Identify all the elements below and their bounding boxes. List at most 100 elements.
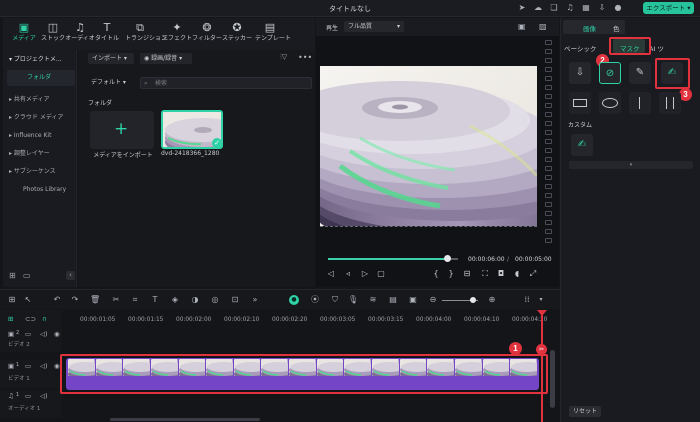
- mask-import-icon[interactable]: ⇩: [569, 62, 591, 84]
- time-ruler[interactable]: 00:00:01:05 00:00:01:15 00:00:02:00 00:0…: [62, 315, 550, 327]
- headset-icon[interactable]: ♫: [565, 3, 575, 13]
- sidebar-item-subsequence[interactable]: ▸ サブシーケンス: [9, 166, 73, 178]
- record-dropdown[interactable]: ◉ 録画/録音 ▾: [140, 53, 192, 64]
- custom-mask-icon[interactable]: ✍: [571, 134, 593, 156]
- grid-view-icon[interactable]: ⁞⁞: [522, 295, 532, 305]
- mark-out-icon[interactable]: }: [446, 269, 456, 278]
- folder-icon[interactable]: ▭: [25, 362, 31, 370]
- tab-color[interactable]: 色: [613, 23, 620, 33]
- select-arrow-icon[interactable]: ↖: [23, 295, 33, 305]
- layout-icon[interactable]: ⊞: [7, 295, 17, 305]
- stop-icon[interactable]: ▢: [376, 269, 386, 278]
- folder-icon[interactable]: ▭: [25, 392, 31, 400]
- more-options-icon[interactable]: •••: [298, 53, 312, 62]
- avatar-icon[interactable]: ●: [613, 3, 623, 13]
- eye-icon[interactable]: ◉: [54, 330, 60, 338]
- audio-icon[interactable]: ◁): [40, 392, 48, 400]
- export-button[interactable]: エクスポート ▾: [643, 2, 694, 14]
- step-back-icon[interactable]: ◁: [326, 269, 336, 278]
- mask-ellipse-icon[interactable]: [599, 92, 621, 114]
- sidebar-item-cloud[interactable]: ▸ クラウド メディア: [9, 112, 73, 124]
- subtab-ai-tools[interactable]: AI ツ: [649, 43, 664, 53]
- microphone-icon[interactable]: 🎙: [348, 295, 358, 305]
- text-icon[interactable]: T: [150, 295, 160, 305]
- keyframe-icon[interactable]: ◈: [170, 295, 180, 305]
- mask-double-line-icon[interactable]: [659, 92, 681, 114]
- mark-in-icon[interactable]: {: [431, 269, 441, 278]
- playhead[interactable]: [541, 310, 543, 422]
- clip-thumbnail[interactable]: ✓: [161, 110, 223, 149]
- delete-icon[interactable]: 🗑: [90, 295, 100, 305]
- link-icon[interactable]: ⊂⊃: [25, 315, 36, 323]
- magnet-icon[interactable]: ∩: [42, 315, 47, 323]
- scrub-handle[interactable]: [444, 255, 451, 262]
- marker-icon[interactable]: ⦿: [310, 295, 320, 305]
- expand-icon[interactable]: ⤢: [528, 269, 538, 279]
- tab-effect[interactable]: ✦ エフェクト: [162, 21, 192, 49]
- redo-icon[interactable]: ↷: [70, 295, 80, 305]
- screenshot-icon[interactable]: ▣: [518, 22, 526, 31]
- import-media-tile[interactable]: +: [90, 111, 154, 149]
- zoom-slider-handle[interactable]: [470, 297, 476, 303]
- more-tools-icon[interactable]: »: [250, 295, 260, 305]
- sidebar-item-adjustment[interactable]: ▸ 調整レイヤー: [9, 148, 73, 160]
- video-preview[interactable]: [320, 66, 537, 226]
- new-folder-icon[interactable]: ⊞: [9, 271, 16, 280]
- expand-arrow[interactable]: ▾: [569, 161, 693, 169]
- ai-icon[interactable]: ⊡: [230, 295, 240, 305]
- caption-icon[interactable]: ▤: [388, 295, 398, 305]
- audio-icon[interactable]: ◁): [40, 362, 48, 370]
- split-scissors-icon[interactable]: ✂: [536, 344, 547, 355]
- image-icon[interactable]: ▨: [539, 22, 547, 31]
- zoom-out-icon[interactable]: ⊖: [428, 295, 438, 305]
- progress-bar[interactable]: [328, 258, 448, 260]
- grid-icon[interactable]: ▦: [581, 3, 591, 13]
- send-icon[interactable]: ➤: [517, 3, 527, 13]
- tab-stock[interactable]: ◫ ストック: [38, 21, 68, 49]
- audio-mix-icon[interactable]: ≋: [368, 295, 378, 305]
- horizontal-scrollbar[interactable]: [110, 418, 260, 421]
- cloud-upload-icon[interactable]: ☁: [533, 3, 543, 13]
- volume-icon[interactable]: ◖: [512, 269, 522, 278]
- speed-icon[interactable]: ◎: [210, 295, 220, 305]
- mask-pen-icon[interactable]: ✎: [629, 62, 651, 84]
- reset-button[interactable]: リセット: [569, 406, 602, 417]
- shield-icon[interactable]: ⛉: [330, 295, 340, 305]
- color-icon[interactable]: ◑: [190, 295, 200, 305]
- sidebar-item-shared[interactable]: ▸ 共有メディア: [9, 94, 73, 106]
- split-view-icon[interactable]: ⊟: [462, 269, 472, 278]
- import-dropdown[interactable]: インポート ▾: [88, 53, 134, 64]
- undo-icon[interactable]: ↶: [52, 295, 62, 305]
- eye-icon[interactable]: ◉: [54, 362, 60, 370]
- bookmark-icon[interactable]: ❑: [549, 3, 559, 13]
- render-icon[interactable]: ●: [289, 295, 299, 305]
- cut-icon[interactable]: ✂: [111, 295, 121, 305]
- search-input[interactable]: 検索: [140, 77, 312, 89]
- download-icon[interactable]: ⇩: [597, 3, 607, 13]
- collapse-sidebar-icon[interactable]: ‹: [66, 271, 75, 280]
- sidebar-item-influence[interactable]: ▸ Influence Kit: [9, 130, 73, 142]
- view-dropdown[interactable]: デフォルト ▾: [87, 77, 132, 88]
- tab-filter[interactable]: ❂ フィルター: [192, 21, 222, 49]
- folder-icon[interactable]: ▭: [25, 330, 31, 338]
- tab-transition[interactable]: ⧉ トランジション: [125, 21, 167, 49]
- filter-icon[interactable]: ⫶▽: [280, 53, 287, 62]
- camera-icon[interactable]: ◘: [496, 269, 506, 278]
- tab-title[interactable]: T タイトル: [92, 21, 122, 49]
- chevron-down-icon[interactable]: ▾: [536, 295, 546, 305]
- tab-audio[interactable]: ♫ オーディオ: [65, 21, 95, 49]
- play-frame-back-icon[interactable]: ◃: [343, 269, 353, 278]
- sidebar-item-project[interactable]: ▾ プロジェクトメ...: [9, 54, 73, 66]
- mask-rectangle-icon[interactable]: [569, 92, 591, 114]
- sidebar-item-folder[interactable]: フォルダ: [7, 72, 71, 84]
- fullscreen-icon[interactable]: ⛶: [480, 269, 490, 279]
- mask-line-icon[interactable]: [629, 92, 651, 114]
- zoom-in-icon[interactable]: ⊕: [487, 295, 497, 305]
- crop-icon[interactable]: ⌗: [130, 295, 140, 305]
- tab-media[interactable]: ▣ メディア: [9, 21, 39, 49]
- tab-sticker[interactable]: ✪ ステッカー: [222, 21, 252, 49]
- subtab-basic[interactable]: ベーシック: [564, 43, 596, 53]
- vertical-scrollbar[interactable]: [550, 350, 555, 408]
- picture-in-picture-icon[interactable]: ▣: [408, 295, 418, 305]
- tab-image[interactable]: 画像: [583, 23, 596, 33]
